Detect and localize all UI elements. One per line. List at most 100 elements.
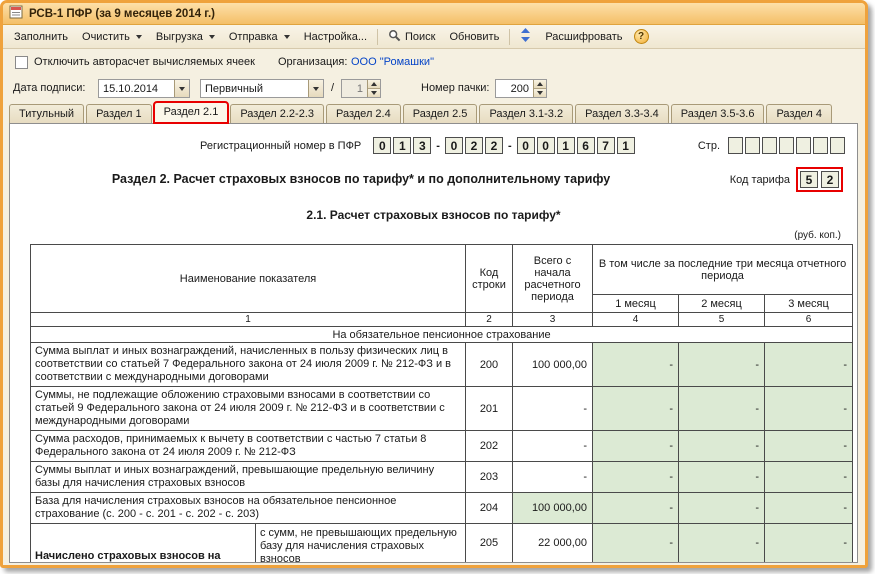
value-cell[interactable]: - bbox=[678, 430, 765, 462]
stepper-buttons[interactable] bbox=[533, 80, 546, 97]
value-cell[interactable]: - bbox=[592, 461, 679, 493]
row-code: 205 bbox=[465, 523, 513, 562]
empty-digit-cell bbox=[779, 137, 794, 154]
col-header-total: Всего с начала расчетного периода bbox=[512, 244, 593, 313]
organization-label: Организация: bbox=[278, 56, 348, 68]
chevron-down-icon bbox=[283, 34, 290, 39]
empty-digit-cell bbox=[745, 137, 760, 154]
sign-date-label: Дата подписи: bbox=[13, 82, 86, 94]
send-button[interactable]: Отправка bbox=[222, 28, 297, 46]
stepper-buttons[interactable] bbox=[367, 80, 380, 97]
section-tabs: Титульный Раздел 1 Раздел 2.1 Раздел 2.2… bbox=[9, 101, 865, 124]
table-row-202: Сумма расходов, принимаемых к вычету в с… bbox=[30, 430, 854, 462]
autocalc-checkbox[interactable] bbox=[15, 56, 28, 69]
tab-razdel-3-3-3-4[interactable]: Раздел 3.3-3.4 bbox=[575, 104, 669, 123]
row-name-sub: с сумм, не превышающих предельную базу д… bbox=[255, 524, 465, 562]
registration-number-row: Регистрационный номер в ПФР 0 1 3 - 0 2 … bbox=[200, 137, 849, 154]
tab-titulnyj[interactable]: Титульный bbox=[9, 104, 85, 123]
row-code: 204 bbox=[465, 492, 513, 524]
pack-number-stepper[interactable]: 200 bbox=[495, 79, 547, 98]
col-header-code: Код строки bbox=[465, 244, 513, 313]
table-row-201: Суммы, не подлежащие обложению страховым… bbox=[30, 386, 854, 431]
digit-cell: 6 bbox=[576, 137, 595, 154]
unload-button[interactable]: Выгрузка bbox=[149, 28, 222, 46]
row-name: Сумма расходов, принимаемых к вычету в с… bbox=[30, 430, 466, 462]
value-cell[interactable]: - bbox=[763, 386, 854, 431]
registration-number-label: Регистрационный номер в ПФР bbox=[200, 139, 362, 152]
tab-razdel-2-2-2-3[interactable]: Раздел 2.2-2.3 bbox=[230, 104, 324, 123]
fill-button[interactable]: Заполнить bbox=[7, 28, 75, 46]
empty-digit-cell bbox=[728, 137, 743, 154]
col-number: 6 bbox=[763, 312, 854, 327]
value-cell[interactable]: 22 000,00 bbox=[512, 523, 593, 562]
value-cell[interactable]: - bbox=[763, 492, 854, 524]
digit-cell: 0 bbox=[444, 137, 463, 154]
value-cell[interactable]: - bbox=[512, 430, 593, 462]
col-header-month2: 2 месяц bbox=[678, 294, 765, 313]
help-icon[interactable]: ? bbox=[633, 29, 649, 44]
tariff-calculation-table: Наименование показателя Код строки Всего… bbox=[29, 244, 854, 562]
value-cell[interactable]: - bbox=[592, 386, 679, 431]
value-cell[interactable]: 100 000,00 bbox=[512, 492, 593, 524]
title-bar: РСВ-1 ПФР (за 9 месяцев 2014 г.) bbox=[3, 3, 865, 25]
value-cell[interactable]: - bbox=[678, 461, 765, 493]
tab-razdel-4[interactable]: Раздел 4 bbox=[766, 104, 832, 123]
refresh-button[interactable]: Обновить bbox=[443, 28, 507, 46]
page-number-label: Стр. bbox=[697, 139, 720, 152]
report-kind-select[interactable]: Первичный bbox=[200, 79, 324, 98]
value-cell[interactable]: - bbox=[592, 342, 679, 387]
col-number: 3 bbox=[512, 312, 593, 327]
value-cell[interactable]: - bbox=[763, 523, 854, 562]
tab-razdel-3-1-3-2[interactable]: Раздел 3.1-3.2 bbox=[479, 104, 574, 123]
tariff-digit-cell[interactable]: 5 bbox=[800, 171, 818, 188]
table-row-204: База для начисления страховых взносов на… bbox=[30, 492, 854, 524]
pack-number-label: Номер пачки: bbox=[421, 82, 490, 94]
value-cell[interactable]: - bbox=[678, 492, 765, 524]
tab-razdel-3-5-3-6[interactable]: Раздел 3.5-3.6 bbox=[670, 104, 765, 123]
row-name: Сумма выплат и иных вознаграждений, начи… bbox=[30, 342, 466, 387]
empty-digit-cell bbox=[762, 137, 777, 154]
value-cell[interactable]: - bbox=[592, 523, 679, 562]
autocalc-label: Отключить авторасчет вычисляемых ячеек bbox=[34, 56, 255, 68]
value-cell[interactable]: - bbox=[678, 386, 765, 431]
tab-razdel-2-4[interactable]: Раздел 2.4 bbox=[326, 104, 401, 123]
value-cell[interactable]: - bbox=[592, 430, 679, 462]
value-cell[interactable]: - bbox=[763, 342, 854, 387]
col-number: 2 bbox=[465, 312, 513, 327]
units-note: (руб. коп.) bbox=[794, 230, 841, 241]
annotation-red-rectangle: 5 2 bbox=[796, 167, 843, 192]
table-row-205: Начислено страховых взносов на обязатель… bbox=[30, 523, 854, 562]
tab-razdel-2-5[interactable]: Раздел 2.5 bbox=[402, 104, 478, 123]
section-title: Раздел 2. Расчет страховых взносов по та… bbox=[111, 172, 611, 186]
value-cell[interactable]: - bbox=[763, 430, 854, 462]
table-row-200: Сумма выплат и иных вознаграждений, начи… bbox=[30, 342, 854, 387]
col-header-name: Наименование показателя bbox=[30, 244, 466, 313]
col-number: 4 bbox=[592, 312, 679, 327]
blue-arrows-icon-button[interactable] bbox=[513, 25, 538, 48]
settings-button[interactable]: Настройка... bbox=[297, 28, 374, 46]
clear-button[interactable]: Очистить bbox=[75, 28, 149, 46]
revision-number-stepper[interactable]: 1 bbox=[341, 79, 381, 98]
value-cell[interactable]: - bbox=[763, 461, 854, 493]
tab-razdel-1[interactable]: Раздел 1 bbox=[86, 104, 152, 123]
digit-cell: 2 bbox=[464, 137, 483, 154]
value-cell[interactable]: - bbox=[592, 492, 679, 524]
value-cell[interactable]: 100 000,00 bbox=[512, 342, 593, 387]
organization-link[interactable]: ООО "Ромашки" bbox=[351, 56, 434, 68]
tab-razdel-2-1[interactable]: Раздел 2.1 bbox=[152, 101, 230, 124]
chevron-down-icon[interactable] bbox=[308, 80, 323, 97]
calendar-dropdown-button[interactable] bbox=[174, 80, 189, 97]
value-cell[interactable]: - bbox=[512, 461, 593, 493]
value-cell[interactable]: - bbox=[678, 342, 765, 387]
form-settings-bar: Отключить авторасчет вычисляемых ячеек О… bbox=[3, 49, 865, 101]
tariff-digit-cell[interactable]: 2 bbox=[821, 171, 839, 188]
digit-cell: 0 bbox=[516, 137, 535, 154]
value-cell[interactable]: - bbox=[512, 386, 593, 431]
search-button[interactable]: Поиск bbox=[381, 26, 442, 48]
decrypt-button[interactable]: Расшифровать bbox=[538, 28, 629, 46]
col-header-month1: 1 месяц bbox=[592, 294, 679, 313]
value-cell[interactable]: - bbox=[678, 523, 765, 562]
tariff-code-group: Код тарифа 5 2 bbox=[730, 167, 843, 192]
subsection-title: 2.1. Расчет страховых взносов по тарифу* bbox=[306, 208, 561, 222]
sign-date-field[interactable]: 15.10.2014 bbox=[98, 79, 190, 98]
